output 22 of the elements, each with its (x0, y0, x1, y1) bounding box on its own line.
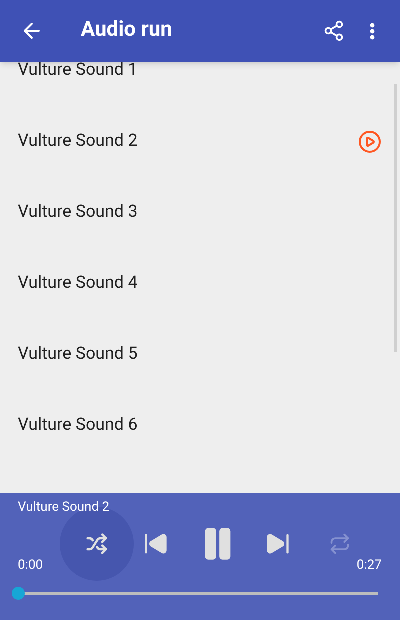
more-icon (370, 22, 374, 40)
share-icon (323, 20, 345, 42)
track-row[interactable]: Vulture Sound 3 (0, 177, 400, 248)
screen-title: Audio run (81, 17, 174, 44)
track-row[interactable]: Vulture Sound 1 (0, 62, 400, 106)
track-title: Vulture Sound 1 (18, 62, 139, 82)
elapsed-time: 0:00 (18, 557, 44, 575)
track-title: Vulture Sound 2 (18, 130, 139, 153)
share-button[interactable] (322, 19, 346, 43)
track-row[interactable]: Vulture Sound 4 (0, 248, 400, 319)
track-title: Vulture Sound 3 (18, 200, 139, 224)
seek-bar[interactable] (12, 586, 378, 600)
track-title: Vulture Sound 5 (18, 342, 139, 366)
track-row[interactable]: Vulture Sound 5 (0, 319, 400, 390)
track-title: Vulture Sound 4 (18, 272, 139, 295)
shuffle-icon (86, 533, 108, 555)
seek-thumb[interactable] (12, 586, 25, 600)
track-title: Vulture Sound 6 (18, 414, 139, 437)
duration-time: 0:27 (356, 557, 382, 575)
track-row[interactable]: Vulture Sound 6 (0, 390, 400, 461)
now-playing-title: Vulture Sound 2 (18, 500, 110, 516)
track-row[interactable]: Vulture Sound 2 (0, 106, 400, 177)
